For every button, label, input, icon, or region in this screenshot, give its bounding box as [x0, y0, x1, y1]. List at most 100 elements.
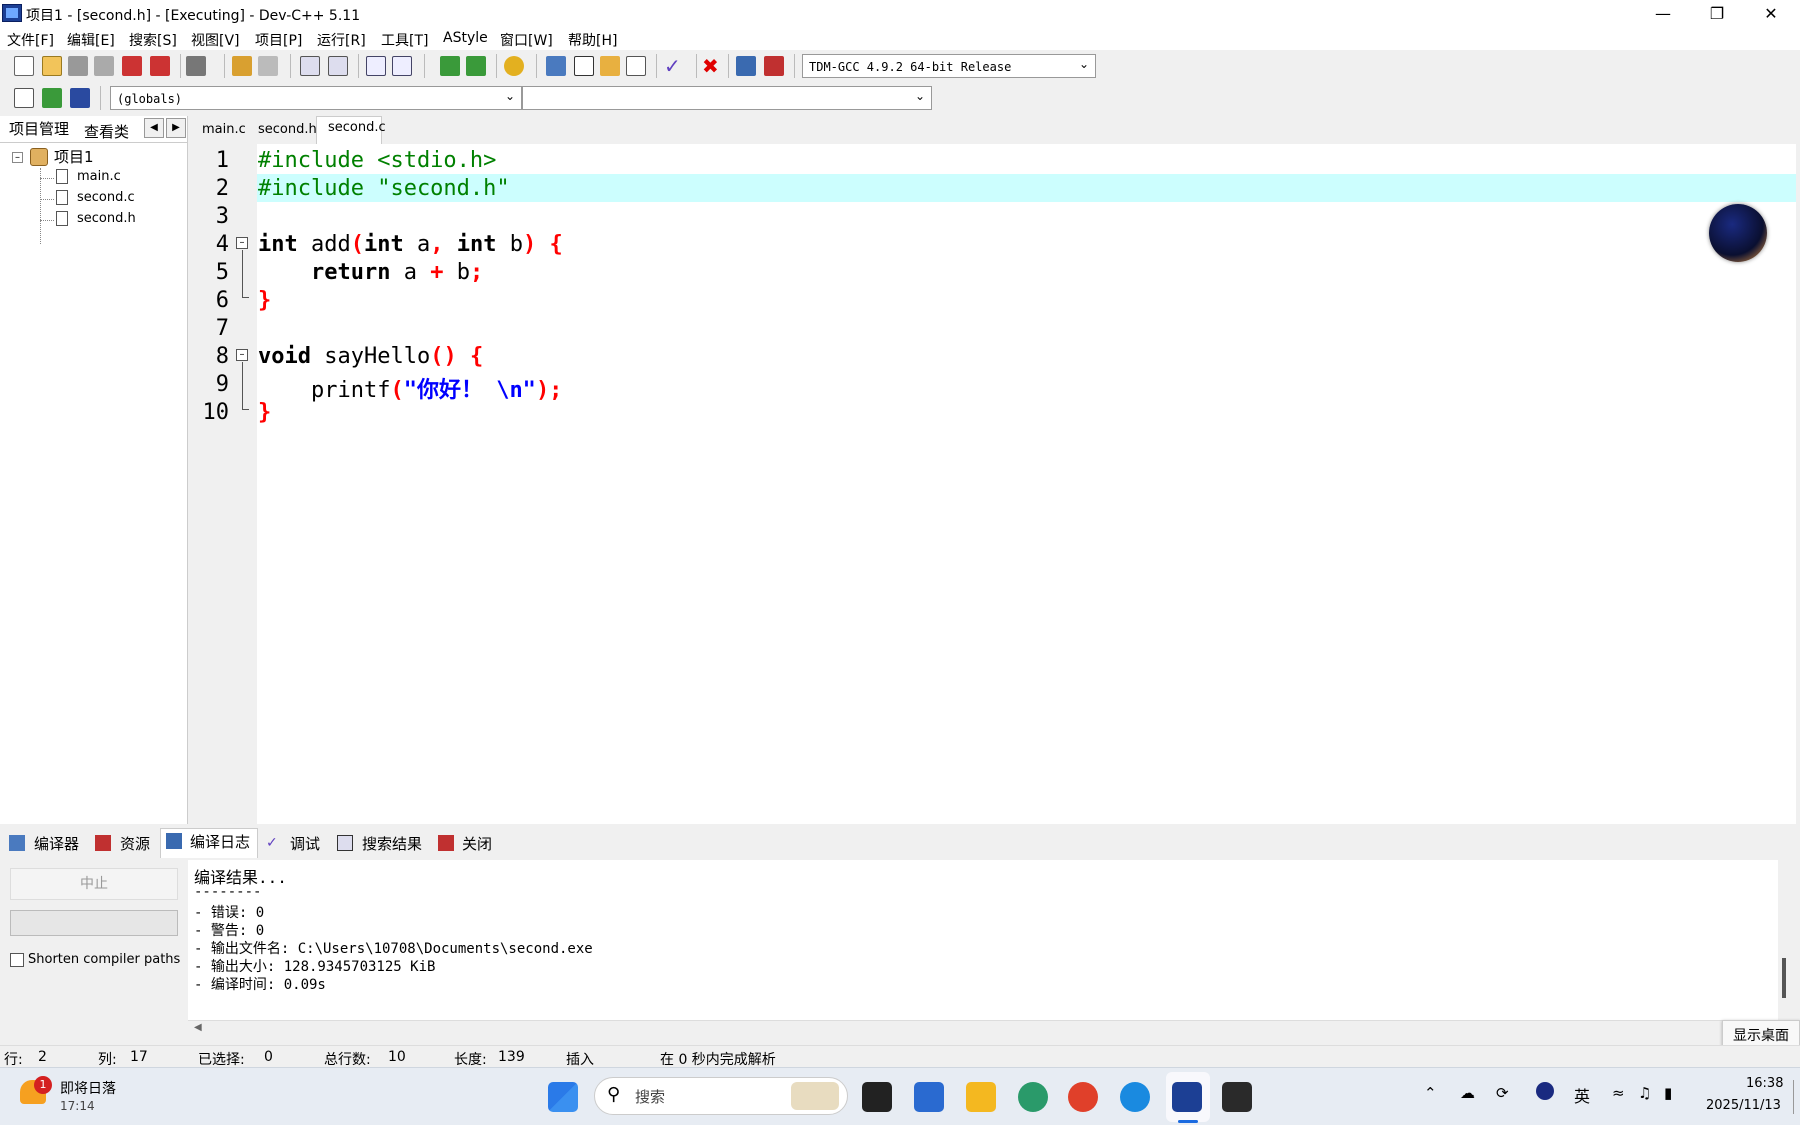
profile-delete-icon[interactable] [764, 56, 784, 76]
tab-debug[interactable]: 调试 [290, 833, 320, 854]
main-toolbar: ✓ ✖ TDM-GCC 4.9.2 64-bit Release ⌄ [0, 50, 1100, 82]
minimize-button[interactable]: — [1636, 0, 1690, 28]
tab-close[interactable]: 关闭 [462, 833, 492, 854]
devcpp-taskbar-icon[interactable] [1172, 1082, 1202, 1112]
menu-file[interactable]: 文件[F] [7, 30, 54, 50]
battery-icon[interactable]: ▮ [1664, 1084, 1672, 1102]
browser-e-icon[interactable] [1018, 1082, 1048, 1112]
scroll-left-icon[interactable]: ◀ [194, 1022, 202, 1033]
compiler-select[interactable]: TDM-GCC 4.9.2 64-bit Release ⌄ [802, 54, 1096, 78]
tab-compiler[interactable]: 编译器 [34, 833, 79, 854]
insert-icon[interactable] [14, 88, 34, 108]
undo-icon[interactable] [232, 56, 252, 76]
replace-icon[interactable] [328, 56, 348, 76]
show-desktop-button[interactable] [1793, 1080, 1794, 1114]
clock-time[interactable]: 16:38 [1746, 1076, 1783, 1091]
code-editor[interactable]: 1 2 3 4 5 6 7 8 9 10 – – #include <stdio… [195, 144, 1796, 824]
stop-icon[interactable]: ✖ [702, 56, 722, 76]
compile-log-output[interactable]: 编译结果... -------- - 错误: 0 - 警告: 0 - 输出文件名… [188, 860, 1786, 1020]
tab-scroll-left-icon[interactable]: ◀ [144, 118, 164, 138]
fold-collapse-icon[interactable]: – [236, 349, 248, 361]
indent-icon[interactable] [366, 56, 386, 76]
horizontal-scrollbar[interactable]: ◀ [188, 1020, 1778, 1036]
editor-tab-second-c[interactable]: second.c [328, 120, 386, 135]
tree-collapse-icon[interactable]: – [12, 152, 23, 163]
tiles-icon[interactable] [626, 56, 646, 76]
close-all-icon[interactable] [150, 56, 170, 76]
print-icon[interactable] [186, 56, 206, 76]
unindent-icon[interactable] [392, 56, 412, 76]
grid-icon[interactable] [546, 56, 566, 76]
terminal-icon[interactable] [1222, 1082, 1252, 1112]
menu-help[interactable]: 帮助[H] [568, 30, 617, 50]
title-bar: 项目1 - [second.h] - [Executing] - Dev-C++… [0, 0, 1800, 28]
clock-date[interactable]: 2025/11/13 [1706, 1098, 1781, 1113]
sync-icon[interactable]: ⟳ [1496, 1084, 1509, 1102]
taskbar-search-box[interactable]: ⚲ 搜索 [594, 1077, 848, 1115]
tab-compile-log[interactable]: 编译日志 [190, 831, 250, 852]
new-file-icon[interactable] [14, 56, 34, 76]
wifi-icon[interactable]: ≈ [1612, 1084, 1625, 1102]
tree-file-second-c[interactable]: second.c [77, 190, 135, 205]
menu-window[interactable]: 窗口[W] [500, 30, 553, 50]
abort-button[interactable]: 中止 [10, 868, 178, 900]
layout-icon[interactable] [600, 56, 620, 76]
notification-badge: 1 [34, 1076, 52, 1094]
menu-astyle[interactable]: AStyle [443, 30, 488, 46]
editor-tab-second-h[interactable]: second.h [258, 122, 317, 137]
shorten-paths-checkbox[interactable] [10, 953, 24, 967]
menu-tools[interactable]: 工具[T] [381, 30, 428, 50]
redo-icon[interactable] [258, 56, 278, 76]
close-button[interactable]: ✕ [1744, 0, 1798, 28]
tab-classes[interactable]: 查看类 [84, 121, 129, 142]
save-all-icon[interactable] [94, 56, 114, 76]
volume-icon[interactable]: ♫ [1638, 1084, 1651, 1102]
toggle-bookmark-icon[interactable] [42, 88, 62, 108]
devcpp-app-icon[interactable] [2, 4, 22, 22]
compile-icon[interactable] [504, 56, 524, 76]
tree-file-second-h[interactable]: second.h [77, 211, 136, 226]
floating-assistant-ball[interactable] [1709, 204, 1767, 262]
goto-line-icon[interactable] [466, 56, 486, 76]
menu-search[interactable]: 搜索[S] [129, 30, 177, 50]
restore-button[interactable]: ❐ [1690, 0, 1744, 28]
project-node[interactable]: 项目1 [54, 146, 94, 167]
window-icon[interactable] [574, 56, 594, 76]
function-select[interactable]: ⌄ [522, 86, 932, 110]
chart-icon[interactable] [736, 56, 756, 76]
menu-view[interactable]: 视图[V] [191, 30, 240, 50]
open-file-icon[interactable] [42, 56, 62, 76]
edge-icon[interactable] [1120, 1082, 1150, 1112]
weather-title[interactable]: 即将日落 [60, 1078, 116, 1098]
tray-expand-icon[interactable]: ⌃ [1424, 1084, 1437, 1102]
tab-resources[interactable]: 资源 [120, 833, 150, 854]
tab-project[interactable]: 项目管理 [9, 118, 69, 139]
pdf-icon[interactable] [1068, 1082, 1098, 1112]
goto-bookmark-icon[interactable] [70, 88, 90, 108]
line-number: 10 [202, 400, 230, 425]
length-label: 长度: [454, 1052, 487, 1068]
windows-start-icon[interactable] [548, 1082, 578, 1112]
menu-run[interactable]: 运行[R] [317, 30, 366, 50]
menu-edit[interactable]: 编辑[E] [67, 30, 115, 50]
tab-scroll-right-icon[interactable]: ▶ [166, 118, 186, 138]
save-icon[interactable] [68, 56, 88, 76]
find-icon[interactable] [300, 56, 320, 76]
cloud-off-icon[interactable]: ☁ [1460, 1084, 1475, 1102]
vertical-scrollbar-thumb[interactable] [1782, 958, 1786, 998]
goto-icon[interactable] [440, 56, 460, 76]
tree-file-main-c[interactable]: main.c [77, 169, 121, 184]
file-icon [56, 190, 68, 205]
scope-select[interactable]: (globals) ⌄ [110, 86, 522, 110]
check-syntax-icon[interactable]: ✓ [664, 56, 684, 76]
fold-collapse-icon[interactable]: – [236, 237, 248, 249]
ime-indicator[interactable]: 英 [1574, 1083, 1590, 1107]
assistant-tray-icon[interactable] [1536, 1082, 1554, 1100]
tab-search-results[interactable]: 搜索结果 [362, 833, 422, 854]
editor-tab-main-c[interactable]: main.c [202, 122, 246, 137]
file-explorer-icon[interactable] [966, 1082, 996, 1112]
store-icon[interactable] [914, 1082, 944, 1112]
menu-project[interactable]: 项目[P] [255, 30, 302, 50]
task-view-icon[interactable] [862, 1082, 892, 1112]
close-file-icon[interactable] [122, 56, 142, 76]
